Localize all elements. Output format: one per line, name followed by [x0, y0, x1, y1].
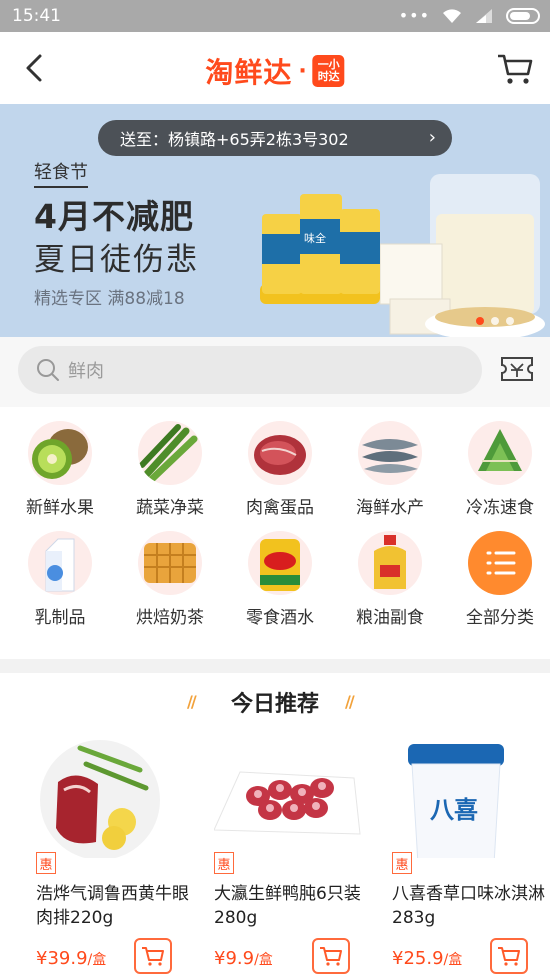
wifi-icon [443, 9, 461, 23]
category-snacks[interactable]: 零食酒水 [225, 531, 335, 628]
add-to-cart-button[interactable] [490, 938, 528, 974]
discount-badge: 惠 [214, 852, 234, 874]
category-label: 零食酒水 [246, 608, 314, 628]
category-meat[interactable]: 肉禽蛋品 [225, 421, 335, 518]
product-price: ¥39.9/盒 [36, 948, 106, 969]
kiwi-icon [28, 421, 92, 485]
chevron-right-icon: › [428, 127, 436, 148]
delivery-address-button[interactable]: 送至：杨镇路+65弄2栋3号302 › [98, 120, 452, 156]
app-logo: 淘鲜达 · 一小时达 [205, 51, 345, 91]
price-unit: /盒 [443, 952, 463, 968]
category-all[interactable]: 全部分类 [445, 531, 550, 628]
ice-cream-brand: 八喜 [430, 796, 478, 824]
oil-bottle-icon [358, 531, 422, 595]
logo-dot: · [298, 58, 307, 84]
waffle-icon [138, 531, 202, 595]
battery-icon [506, 8, 540, 24]
asparagus-icon [138, 421, 202, 485]
product-card[interactable]: 惠 大瀛生鲜鸭肫6只装280g ¥9.9/盒 [214, 738, 386, 977]
category-label: 烘焙奶茶 [136, 608, 204, 628]
banner-title: 4月不减肥 [34, 197, 194, 236]
category-label: 海鲜水产 [356, 498, 424, 518]
search-icon [37, 359, 59, 381]
logo-text: 淘鲜达 [205, 56, 293, 89]
banner-dot-1[interactable] [476, 317, 484, 325]
delivery-address-text: 送至：杨镇路+65弄2栋3号302 [120, 130, 349, 149]
product-name: 大瀛生鲜鸭肫6只装280g [214, 884, 361, 928]
price-value: ¥39.9 [36, 948, 88, 969]
status-bar: 15:41 ••• [0, 0, 550, 32]
category-label: 肉禽蛋品 [246, 498, 314, 518]
category-label: 蔬菜净菜 [136, 498, 204, 518]
chips-can-icon [248, 531, 312, 595]
banner-product-illustration: 味全 [260, 174, 545, 337]
product-image-duck-gizzard [214, 771, 361, 835]
more-dots-icon: ••• [398, 6, 430, 25]
section-divider [0, 659, 550, 673]
promo-banner[interactable]: 味全 送至：杨镇路+65弄2栋3号302 › 轻食节 4月不减肥 夏日徒伤悲 精… [0, 104, 550, 337]
product-card[interactable]: 惠 浩烨气调鲁西黄牛眼肉排220g ¥39.9/盒 [36, 738, 208, 977]
product-image-steak [40, 740, 160, 858]
discount-badge: 惠 [36, 852, 56, 874]
price-unit: /盒 [87, 952, 107, 968]
cart-icon [320, 947, 342, 966]
product-price: ¥25.9/盒 [392, 948, 462, 969]
product-image-ice-cream: 八喜 [408, 744, 504, 858]
category-bakery[interactable]: 烘焙奶茶 [115, 531, 225, 628]
category-label: 全部分类 [466, 608, 534, 628]
steak-icon [248, 421, 312, 485]
list-icon [468, 531, 532, 595]
back-arrow-icon[interactable] [18, 50, 54, 86]
category-grain-oil[interactable]: 粮油副食 [335, 531, 445, 628]
product-price: ¥9.9/盒 [214, 948, 273, 969]
banner-product-brand: 味全 [304, 231, 326, 245]
recommend-header: // 今日推荐 // [0, 686, 550, 726]
decor-slash-icon: // [345, 692, 355, 711]
status-time: 15:41 [12, 6, 61, 26]
decor-slash-icon: // [187, 692, 197, 711]
banner-tag: 轻食节 [34, 158, 88, 188]
product-name: 八喜香草口味冰淇淋283g [392, 884, 545, 928]
app-header: 淘鲜达 · 一小时达 [0, 32, 550, 104]
recommend-title: 今日推荐 [230, 692, 319, 717]
category-seafood[interactable]: 海鲜水产 [335, 421, 445, 518]
banner-subtitle: 夏日徒伤悲 [34, 242, 199, 278]
category-label: 乳制品 [34, 608, 86, 628]
banner-dot-3[interactable] [506, 317, 514, 325]
product-name: 浩烨气调鲁西黄牛眼肉排220g [36, 884, 189, 928]
price-value: ¥9.9 [214, 948, 255, 969]
logo-badge: 一小时达 [312, 55, 345, 87]
cart-icon [498, 947, 520, 966]
price-unit: /盒 [254, 952, 273, 968]
category-label: 粮油副食 [356, 608, 424, 628]
category-grid: 新鲜水果 蔬菜净菜 肉禽蛋品 海鲜水产 冷冻速食 乳制品 烘焙奶茶 零食酒水 粮… [0, 407, 550, 659]
signal-icon [476, 9, 492, 23]
banner-dot-2[interactable] [491, 317, 499, 325]
category-vegetables[interactable]: 蔬菜净菜 [115, 421, 225, 518]
price-value: ¥25.9 [392, 948, 444, 969]
search-placeholder: 鲜肉 [68, 361, 104, 382]
add-to-cart-button[interactable] [312, 938, 350, 974]
cart-icon[interactable] [496, 52, 534, 86]
banner-pagination [476, 317, 514, 325]
zongzi-icon [468, 421, 532, 485]
category-label: 冷冻速食 [466, 498, 534, 518]
coupon-icon[interactable] [500, 355, 534, 383]
search-input[interactable]: 鲜肉 [18, 346, 482, 394]
milk-carton-icon [28, 531, 92, 595]
category-dairy[interactable]: 乳制品 [5, 531, 115, 628]
banner-note: 精选专区 满88减18 [34, 289, 185, 309]
fish-icon [358, 421, 422, 485]
category-label: 新鲜水果 [26, 498, 94, 518]
cart-icon [142, 947, 164, 966]
product-card[interactable]: 八喜 惠 八喜香草口味冰淇淋283g ¥25.9/盒 [392, 738, 550, 977]
status-icons: ••• [399, 7, 540, 25]
search-row: 鲜肉 [0, 337, 550, 407]
discount-badge: 惠 [392, 852, 412, 874]
category-frozen[interactable]: 冷冻速食 [445, 421, 550, 518]
category-fruit[interactable]: 新鲜水果 [5, 421, 115, 518]
add-to-cart-button[interactable] [134, 938, 172, 974]
